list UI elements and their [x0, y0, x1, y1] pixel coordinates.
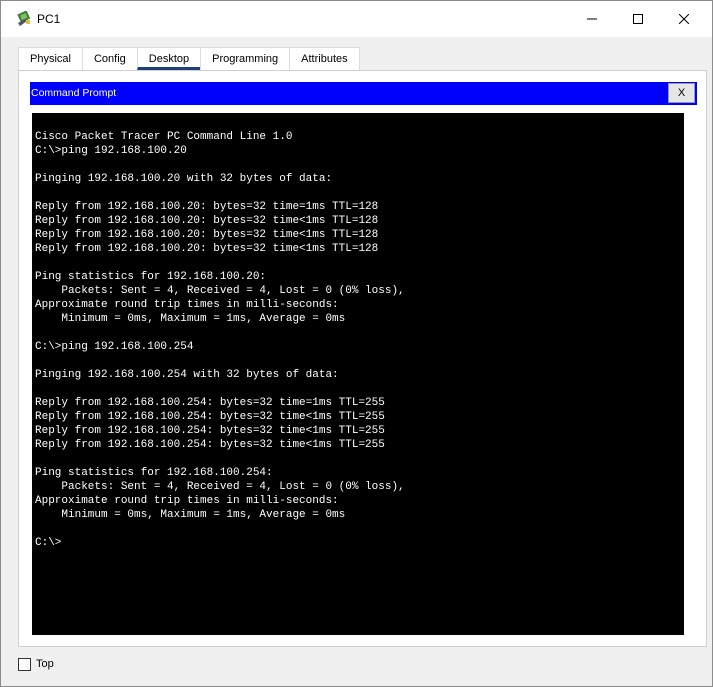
tab-physical[interactable]: Physical	[18, 47, 83, 70]
command-prompt-title: Command Prompt	[31, 87, 117, 99]
close-button[interactable]	[661, 1, 707, 37]
command-prompt-close-button[interactable]: X	[668, 83, 695, 103]
tab-attributes[interactable]: Attributes	[289, 47, 360, 70]
command-prompt-header: Command Prompt X	[30, 82, 697, 105]
maximize-icon	[633, 14, 643, 24]
window-title: PC1	[37, 12, 61, 26]
packet-tracer-pc-icon	[16, 10, 32, 27]
terminal-text: Cisco Packet Tracer PC Command Line 1.0 …	[35, 131, 405, 549]
minimize-icon	[587, 18, 597, 20]
title-bar[interactable]: PC1	[1, 1, 712, 37]
minimize-button[interactable]	[569, 1, 615, 37]
terminal-output-area[interactable]: Cisco Packet Tracer PC Command Line 1.0 …	[32, 113, 684, 635]
maximize-button[interactable]	[615, 1, 661, 37]
tab-programming[interactable]: Programming	[200, 47, 291, 70]
top-label: Top	[36, 658, 54, 670]
tab-bar: Physical Config Desktop Programming Attr…	[18, 47, 360, 70]
desktop-panel: Command Prompt X Cisco Packet Tracer PC …	[18, 70, 707, 647]
close-icon	[679, 14, 689, 24]
tab-config[interactable]: Config	[81, 47, 138, 70]
tab-desktop[interactable]: Desktop	[136, 47, 202, 70]
top-option: Top	[18, 657, 54, 671]
top-checkbox[interactable]	[18, 657, 31, 671]
pc1-window: PC1 Physical Config Desktop Programming …	[0, 0, 713, 687]
